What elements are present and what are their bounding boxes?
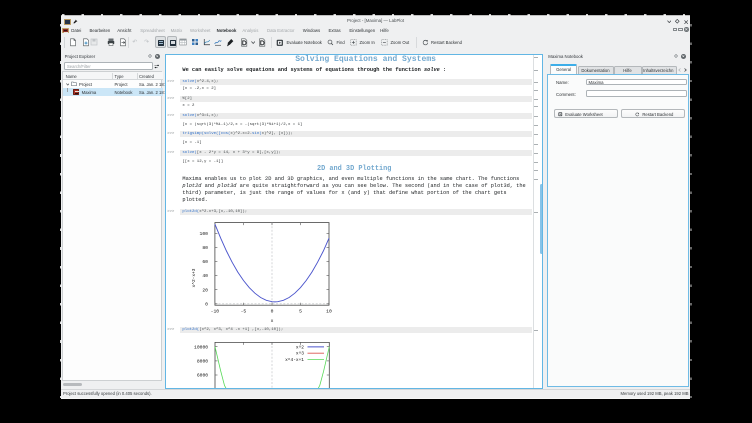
svg-text:x^2-x+3: x^2-x+3: [191, 268, 197, 287]
svg-text:5: 5: [299, 308, 302, 314]
svg-text:x: x: [270, 319, 273, 324]
svg-text:6000: 6000: [196, 373, 207, 379]
svg-text:100: 100: [199, 231, 208, 237]
svg-text:-10: -10: [210, 309, 219, 315]
svg-text:8000: 8000: [196, 358, 207, 364]
svg-text:80: 80: [202, 245, 208, 251]
svg-text:-5: -5: [240, 308, 246, 314]
svg-text:0: 0: [205, 301, 208, 307]
svg-text:40: 40: [202, 273, 208, 279]
svg-text:x^4-x+1: x^4-x+1: [285, 357, 304, 363]
svg-text:20: 20: [202, 287, 208, 293]
svg-text:10000: 10000: [194, 344, 208, 350]
svg-text:x^3: x^3: [295, 351, 303, 357]
svg-text:60: 60: [202, 259, 208, 265]
svg-text:0: 0: [270, 308, 273, 314]
svg-text:x^2: x^2: [295, 344, 303, 350]
svg-text:10: 10: [326, 308, 332, 314]
